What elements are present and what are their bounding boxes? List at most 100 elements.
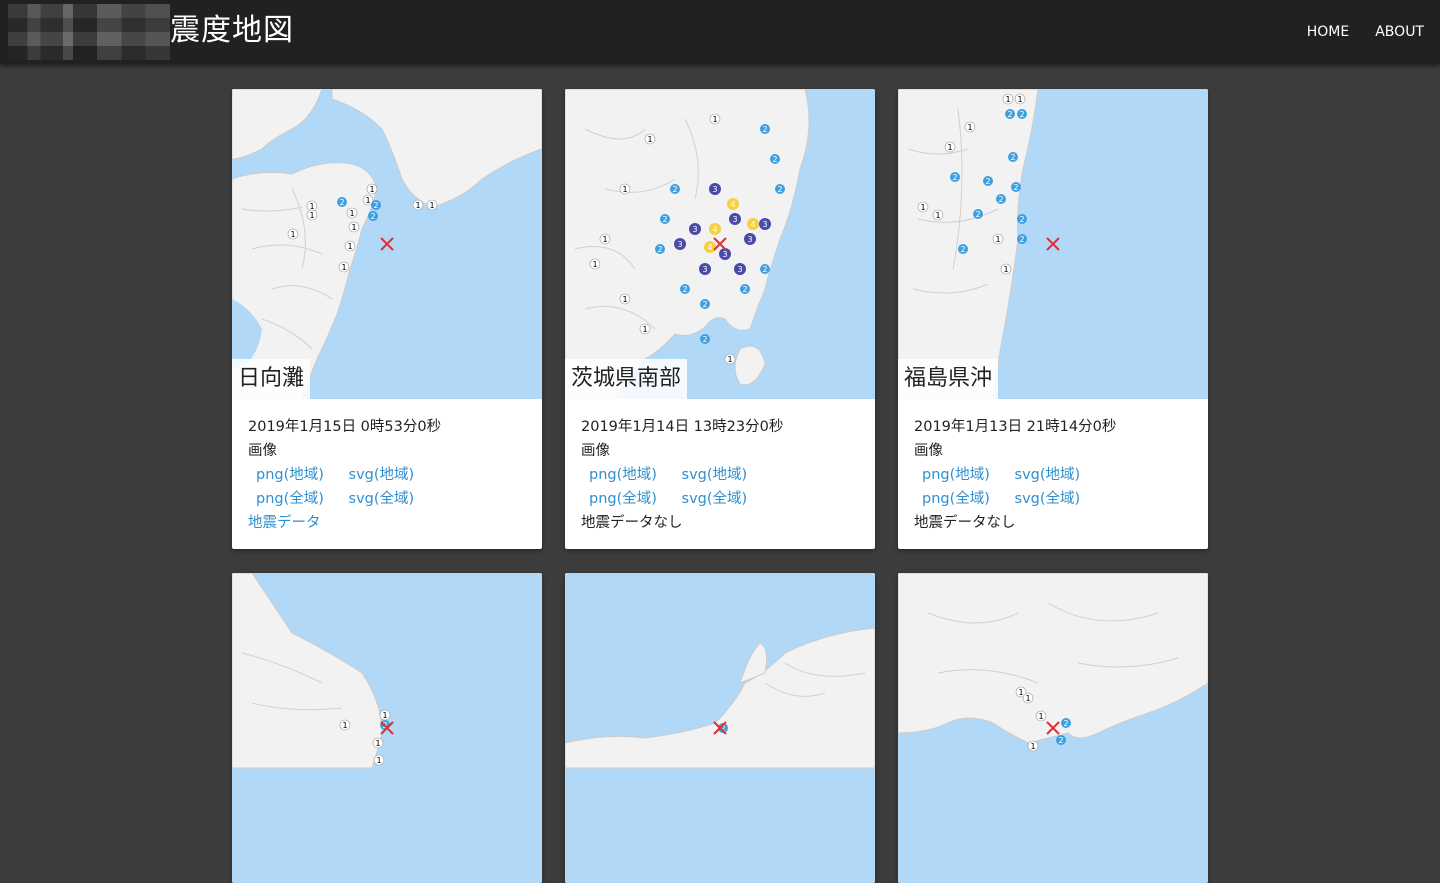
kanto-map: 1 1 1 1 1 1 1 1 2 2 2 2 2 2 2 2 2 2 2 3 bbox=[565, 89, 810, 399]
svg-text:1: 1 bbox=[382, 711, 387, 720]
png-all-link[interactable]: png(全域) bbox=[256, 487, 324, 511]
svg-text:1: 1 bbox=[602, 235, 607, 244]
svg-text:1: 1 bbox=[727, 355, 732, 364]
svg-text:1: 1 bbox=[342, 721, 347, 730]
svg-text:4: 4 bbox=[730, 200, 735, 209]
images-label: 画像 bbox=[248, 443, 277, 459]
png-region-link[interactable]: png(地域) bbox=[256, 463, 324, 487]
svg-text:2: 2 bbox=[657, 245, 662, 254]
svg-text:3: 3 bbox=[747, 235, 752, 244]
nav-about-link[interactable]: ABOUT bbox=[1375, 24, 1424, 40]
svg-text:1: 1 bbox=[1025, 694, 1030, 703]
svg-text:1: 1 bbox=[1018, 688, 1023, 697]
quake-map-image[interactable]: 1 1 2 1 1 bbox=[232, 573, 542, 883]
svg-text:2: 2 bbox=[682, 285, 687, 294]
svg-text:1: 1 bbox=[1017, 95, 1022, 104]
quake-data-status: 地震データなし bbox=[581, 515, 683, 531]
svg-region-link[interactable]: svg(地域) bbox=[349, 463, 415, 487]
quake-map-image[interactable]: 1 1 1 2 2 1 bbox=[898, 573, 1208, 883]
shizuoka-map: 1 1 1 2 2 1 bbox=[898, 573, 1208, 752]
svg-text:2: 2 bbox=[702, 300, 707, 309]
tohoku-map: 1 1 2 1 1 bbox=[232, 573, 394, 769]
card-content: 2019年1月13日 21時14分0秒 画像 png(地域) svg(地域) p… bbox=[898, 399, 1208, 549]
svg-region-link[interactable]: svg(地域) bbox=[682, 463, 748, 487]
svg-text:1: 1 bbox=[365, 196, 370, 205]
png-all-link[interactable]: png(全域) bbox=[922, 487, 990, 511]
png-region-link[interactable]: png(地域) bbox=[922, 463, 990, 487]
svg-text:2: 2 bbox=[662, 215, 667, 224]
svg-region-link[interactable]: svg(地域) bbox=[1015, 463, 1081, 487]
svg-text:2: 2 bbox=[777, 185, 782, 194]
svg-text:3: 3 bbox=[712, 185, 717, 194]
quake-map-image[interactable]: 2 bbox=[565, 573, 875, 883]
svg-text:2: 2 bbox=[998, 195, 1003, 204]
svg-text:1: 1 bbox=[376, 756, 381, 765]
quake-map-image[interactable]: 1 1 2 2 2 1 1 1 1 1 1 1 1 1 日向灘 bbox=[232, 89, 542, 399]
svg-text:1: 1 bbox=[935, 211, 940, 220]
svg-text:4: 4 bbox=[707, 243, 712, 252]
svg-text:3: 3 bbox=[677, 240, 682, 249]
svg-text:1: 1 bbox=[309, 211, 314, 220]
svg-text:2: 2 bbox=[1019, 235, 1024, 244]
svg-text:1: 1 bbox=[375, 739, 380, 748]
svg-text:2: 2 bbox=[762, 265, 767, 274]
svg-text:2: 2 bbox=[1013, 183, 1018, 192]
svg-text:2: 2 bbox=[1010, 153, 1015, 162]
svg-text:2: 2 bbox=[373, 201, 378, 210]
card-content: 2019年1月14日 13時23分0秒 画像 png(地域) svg(地域) p… bbox=[565, 399, 875, 549]
svg-text:1: 1 bbox=[622, 295, 627, 304]
svg-text:3: 3 bbox=[737, 265, 742, 274]
svg-text:1: 1 bbox=[349, 209, 354, 218]
svg-text:2: 2 bbox=[1063, 719, 1068, 728]
svg-text:1: 1 bbox=[351, 223, 356, 232]
quake-card: 1 1 1 1 1 1 1 1 2 2 2 2 2 2 2 2 2 2 2 3 bbox=[565, 89, 875, 549]
svg-text:1: 1 bbox=[1038, 712, 1043, 721]
images-label: 画像 bbox=[581, 443, 610, 459]
svg-text:1: 1 bbox=[341, 263, 346, 272]
svg-all-link[interactable]: svg(全域) bbox=[1015, 487, 1081, 511]
svg-text:1: 1 bbox=[1005, 95, 1010, 104]
svg-text:2: 2 bbox=[339, 198, 344, 207]
svg-text:1: 1 bbox=[415, 201, 420, 210]
svg-text:1: 1 bbox=[642, 325, 647, 334]
quake-map-image[interactable]: 1 1 1 1 1 1 1 1 2 2 2 2 2 2 2 2 2 2 2 3 bbox=[565, 89, 875, 399]
svg-text:2: 2 bbox=[672, 185, 677, 194]
quake-data-link[interactable]: 地震データ bbox=[248, 511, 321, 535]
image-links: png(地域) svg(地域) png(全域) svg(全域) bbox=[914, 463, 1192, 511]
png-region-link[interactable]: png(地域) bbox=[589, 463, 657, 487]
region-title: 茨城県南部 bbox=[565, 359, 688, 399]
svg-text:1: 1 bbox=[347, 242, 352, 251]
images-label: 画像 bbox=[914, 443, 943, 459]
svg-text:3: 3 bbox=[692, 225, 697, 234]
site-title[interactable]: 震度地図 bbox=[170, 11, 294, 51]
fukushima-map: 1 1 2 2 1 1 2 2 2 2 2 2 2 2 2 1 1 1 1 bbox=[898, 89, 1060, 399]
svg-text:2: 2 bbox=[1007, 110, 1012, 119]
svg-all-link[interactable]: svg(全域) bbox=[682, 487, 748, 511]
svg-text:1: 1 bbox=[622, 185, 627, 194]
svg-text:1: 1 bbox=[947, 143, 952, 152]
blurred-logo[interactable] bbox=[8, 4, 170, 60]
svg-text:1: 1 bbox=[309, 202, 314, 211]
quake-card: 1 1 2 1 1 bbox=[232, 573, 542, 883]
svg-text:1: 1 bbox=[290, 230, 295, 239]
nav-menu: HOME ABOUT bbox=[1307, 0, 1424, 64]
svg-text:2: 2 bbox=[1019, 215, 1024, 224]
svg-text:3: 3 bbox=[722, 250, 727, 259]
svg-text:2: 2 bbox=[960, 245, 965, 254]
nav-home-link[interactable]: HOME bbox=[1307, 24, 1349, 40]
svg-text:2: 2 bbox=[1019, 110, 1024, 119]
region-title: 日向灘 bbox=[232, 359, 311, 399]
svg-text:2: 2 bbox=[985, 177, 990, 186]
svg-text:2: 2 bbox=[762, 125, 767, 134]
svg-text:1: 1 bbox=[429, 201, 434, 210]
image-links: png(地域) svg(地域) png(全域) svg(全域) bbox=[581, 463, 859, 511]
svg-text:1: 1 bbox=[920, 203, 925, 212]
svg-text:3: 3 bbox=[762, 220, 767, 229]
svg-all-link[interactable]: svg(全域) bbox=[349, 487, 415, 511]
svg-text:1: 1 bbox=[1030, 742, 1035, 751]
quake-map-image[interactable]: 1 1 2 2 1 1 2 2 2 2 2 2 2 2 2 1 1 1 1 福島… bbox=[898, 89, 1208, 399]
quake-datetime: 2019年1月13日 21時14分0秒 bbox=[914, 419, 1117, 435]
png-all-link[interactable]: png(全域) bbox=[589, 487, 657, 511]
svg-text:2: 2 bbox=[370, 212, 375, 221]
svg-text:2: 2 bbox=[1058, 736, 1063, 745]
